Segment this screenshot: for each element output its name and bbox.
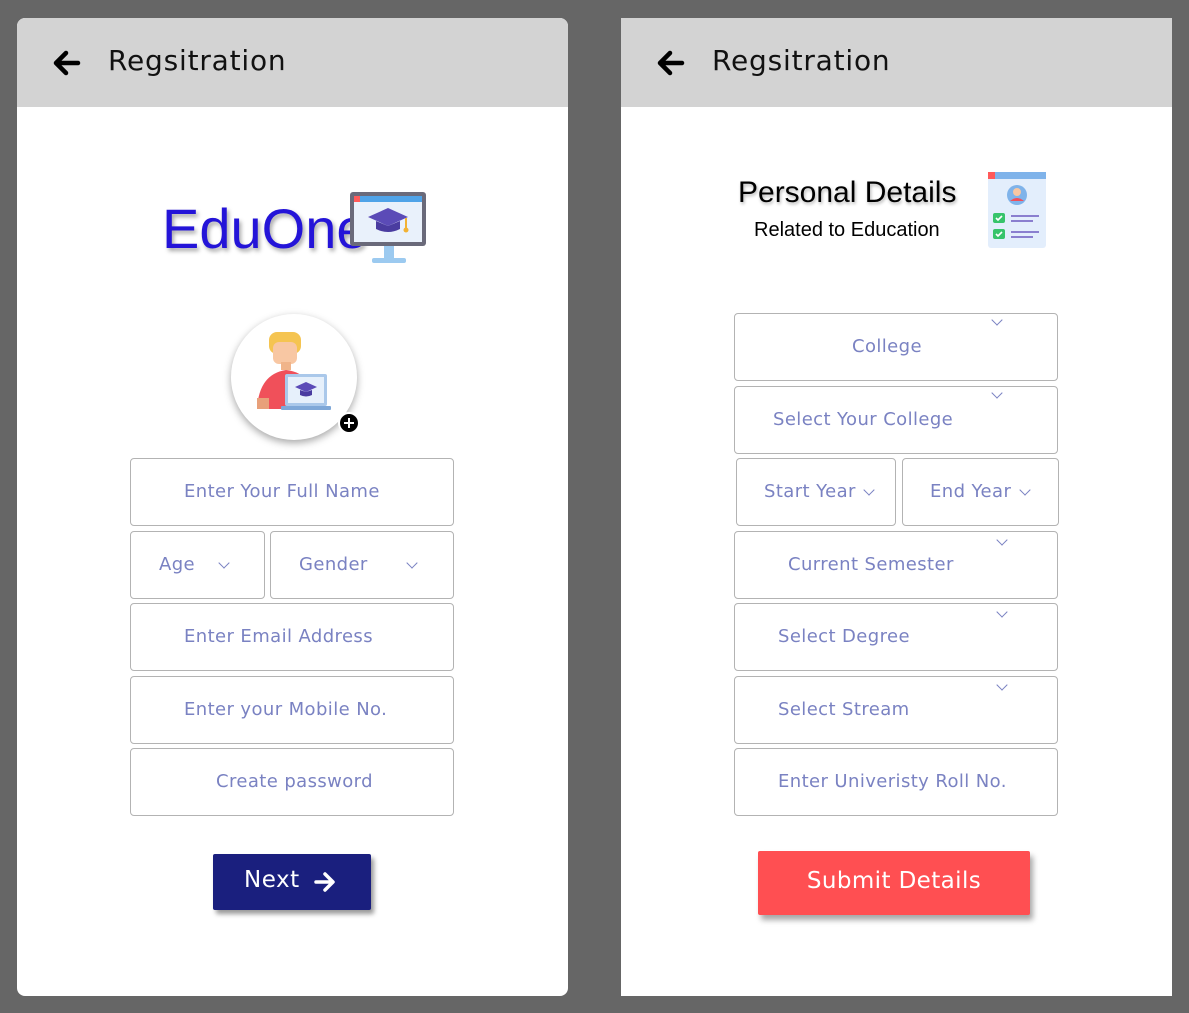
stream-label: Select Stream: [778, 699, 910, 720]
arrow-left-icon: [657, 50, 685, 76]
chevron-down-icon: [996, 606, 1008, 618]
college-label: Select Your College: [773, 409, 954, 430]
chevron-down-icon: [996, 679, 1008, 691]
end-year-select[interactable]: End Year: [902, 458, 1059, 526]
arrow-left-icon: [53, 50, 81, 76]
chevron-down-icon: [218, 557, 230, 569]
semester-label: Current Semester: [788, 554, 954, 575]
registration-screen-step2: Regsitration Personal Details Related to…: [621, 18, 1172, 996]
chevron-down-icon: [991, 314, 1003, 326]
semester-select[interactable]: Current Semester: [734, 531, 1058, 599]
next-button-label: Next: [244, 867, 300, 893]
email-input[interactable]: Enter Email Address: [130, 603, 454, 671]
roll-number-placeholder: Enter Univeristy Roll No.: [778, 771, 1007, 792]
password-input[interactable]: Create password: [130, 748, 454, 816]
section-title: Personal Details: [738, 176, 957, 209]
eduone-logo: EduOne: [162, 190, 442, 290]
gender-label: Gender: [299, 554, 368, 575]
submit-details-button[interactable]: Submit Details: [758, 851, 1030, 915]
page-title: Regsitration: [712, 44, 891, 77]
logo-text: EduOne: [162, 197, 368, 260]
next-button[interactable]: Next: [213, 854, 371, 910]
start-year-select[interactable]: Start Year: [736, 458, 896, 526]
stream-select[interactable]: Select Stream: [734, 676, 1058, 744]
app-bar: Regsitration: [621, 18, 1172, 107]
add-photo-button[interactable]: [338, 412, 360, 434]
chevron-down-icon: [1019, 484, 1031, 496]
end-year-label: End Year: [930, 481, 1012, 502]
full-name-placeholder: Enter Your Full Name: [184, 481, 380, 502]
profile-document-icon: [988, 172, 1046, 248]
mobile-input[interactable]: Enter your Mobile No.: [130, 676, 454, 744]
back-button[interactable]: [655, 48, 685, 78]
section-subtitle: Related to Education: [754, 219, 940, 241]
submit-button-label: Submit Details: [806, 868, 982, 894]
college-type-select[interactable]: College: [734, 313, 1058, 381]
page-title: Regsitration: [108, 44, 287, 77]
chevron-down-icon: [996, 534, 1008, 546]
back-button[interactable]: [51, 48, 81, 78]
registration-screen-step1: Regsitration EduOne Enter Your Full Name…: [17, 18, 568, 996]
college-type-label: College: [852, 336, 922, 357]
roll-number-input[interactable]: Enter Univeristy Roll No.: [734, 748, 1058, 816]
college-select[interactable]: Select Your College: [734, 386, 1058, 454]
monitor-graduation-cap-icon: [350, 192, 426, 263]
email-placeholder: Enter Email Address: [184, 626, 373, 647]
gender-select[interactable]: Gender: [270, 531, 454, 599]
mobile-placeholder: Enter your Mobile No.: [184, 699, 388, 720]
age-label: Age: [159, 554, 196, 575]
start-year-label: Start Year: [764, 481, 856, 502]
chevron-down-icon: [991, 387, 1003, 399]
degree-select[interactable]: Select Degree: [734, 603, 1058, 671]
app-bar: Regsitration: [17, 18, 568, 107]
chevron-down-icon: [406, 557, 418, 569]
arrow-right-icon: [314, 872, 335, 892]
chevron-down-icon: [863, 484, 875, 496]
degree-label: Select Degree: [778, 626, 910, 647]
full-name-input[interactable]: Enter Your Full Name: [130, 458, 454, 526]
password-placeholder: Create password: [216, 771, 373, 792]
age-select[interactable]: Age: [130, 531, 265, 599]
